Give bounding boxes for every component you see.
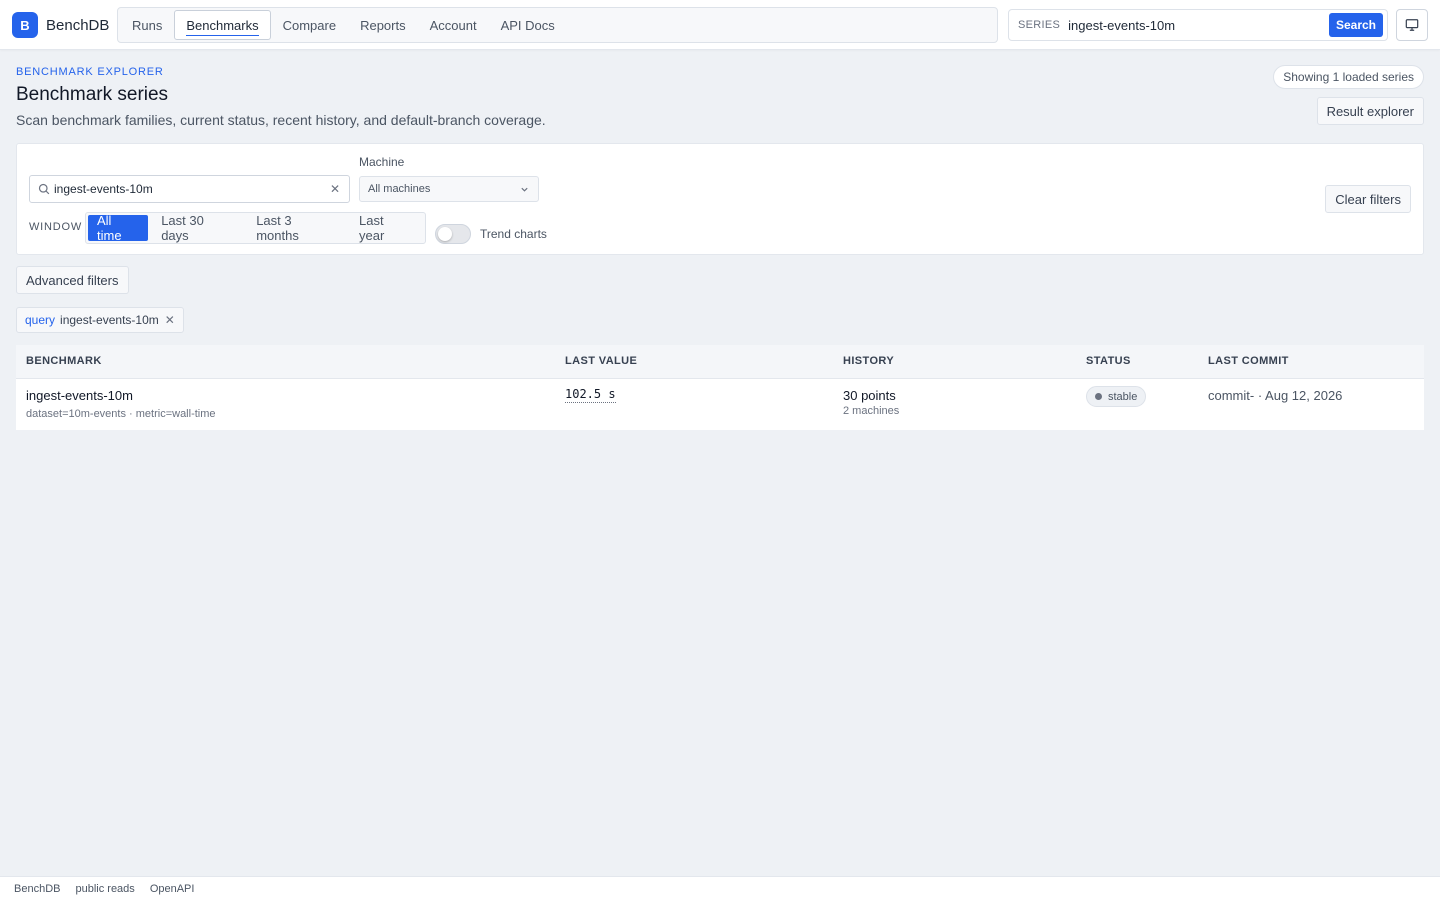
- last-value[interactable]: 102.5 s: [565, 387, 616, 403]
- clear-filters-button[interactable]: Clear filters: [1325, 185, 1411, 213]
- machine-select-value: All machines: [368, 183, 431, 195]
- remove-chip-icon[interactable]: ✕: [165, 313, 175, 327]
- main-nav: Runs Benchmarks Compare Reports Account …: [117, 7, 998, 43]
- history-machines: 2 machines: [843, 405, 900, 417]
- status-badge: stable: [1086, 386, 1147, 407]
- nav-reports[interactable]: Reports: [348, 10, 418, 40]
- benchmark-name[interactable]: ingest-events-10m: [26, 388, 133, 403]
- machine-select[interactable]: All machines: [359, 176, 539, 202]
- search-button[interactable]: Search: [1329, 13, 1383, 37]
- display-mode-button[interactable]: [1396, 9, 1428, 41]
- window-all-time[interactable]: All time: [88, 213, 149, 243]
- series-count-badge: Showing 1 loaded series: [1273, 65, 1424, 89]
- chip-value: ingest-events-10m: [60, 313, 159, 327]
- brand[interactable]: B BenchDB: [12, 12, 109, 38]
- page-title: Benchmark series: [16, 84, 169, 105]
- column-history[interactable]: HISTORY: [843, 355, 894, 367]
- chevron-down-icon: [521, 187, 528, 192]
- column-last-commit[interactable]: LAST COMMIT: [1208, 355, 1289, 367]
- trend-charts-toggle[interactable]: [435, 224, 471, 244]
- nav-account[interactable]: Account: [418, 10, 489, 40]
- footer-brand: BenchDB: [14, 882, 61, 895]
- search-icon: [38, 183, 50, 195]
- active-filter-chip: query ingest-events-10m ✕: [16, 307, 184, 333]
- trend-charts-label: Trend charts: [480, 227, 547, 241]
- monitor-icon: [1405, 19, 1419, 31]
- window-last-3-months[interactable]: Last 3 months: [247, 213, 346, 243]
- benchmark-meta: dataset=10m-events · metric=wall-time: [26, 408, 216, 420]
- brand-logo: B: [12, 12, 38, 38]
- footer-public-reads: public reads: [75, 882, 135, 895]
- window-last-30-days[interactable]: Last 30 days: [152, 213, 243, 243]
- page-eyebrow: BENCHMARK EXPLORER: [16, 66, 164, 78]
- status-dot-icon: [1095, 393, 1102, 400]
- toggle-knob: [438, 227, 452, 241]
- nav-benchmarks[interactable]: Benchmarks: [174, 10, 271, 40]
- series-label: SERIES: [1018, 19, 1061, 31]
- last-commit: commit- · Aug 12, 2026: [1208, 388, 1343, 403]
- column-status[interactable]: STATUS: [1086, 355, 1131, 367]
- advanced-filters-button[interactable]: Advanced filters: [16, 266, 129, 294]
- table-row[interactable]: ingest-events-10m dataset=10m-events · m…: [16, 379, 1424, 430]
- nav-compare[interactable]: Compare: [271, 10, 348, 40]
- footer: BenchDB public reads OpenAPI: [0, 876, 1440, 900]
- page-subtitle: Scan benchmark families, current status,…: [16, 112, 546, 128]
- brand-name: BenchDB: [46, 16, 110, 34]
- benchmark-table: BENCHMARK LAST VALUE HISTORY STATUS LAST…: [16, 345, 1424, 430]
- filter-panel: ✕ Machine All machines WINDOW All time L…: [16, 143, 1424, 255]
- status-label: stable: [1108, 390, 1138, 403]
- history-points: 30 points: [843, 388, 896, 403]
- column-last-value[interactable]: LAST VALUE: [565, 355, 637, 367]
- top-bar: B BenchDB Runs Benchmarks Compare Report…: [0, 0, 1440, 50]
- series-input[interactable]: [1068, 17, 1329, 33]
- window-last-year[interactable]: Last year: [350, 213, 421, 243]
- window-segmented-control: All time Last 30 days Last 3 months Last…: [85, 212, 426, 244]
- footer-openapi-link[interactable]: OpenAPI: [150, 883, 195, 895]
- query-input[interactable]: [54, 182, 314, 196]
- table-header: BENCHMARK LAST VALUE HISTORY STATUS LAST…: [16, 345, 1424, 379]
- nav-api-docs[interactable]: API Docs: [489, 10, 567, 40]
- clear-query-icon[interactable]: ✕: [330, 182, 340, 196]
- window-label: WINDOW: [29, 221, 83, 233]
- query-search: ✕: [29, 175, 350, 203]
- machine-label: Machine: [359, 155, 405, 169]
- column-benchmark[interactable]: BENCHMARK: [26, 355, 102, 367]
- chip-key: query: [25, 313, 56, 327]
- nav-runs[interactable]: Runs: [120, 10, 174, 40]
- result-explorer-button[interactable]: Result explorer: [1316, 97, 1424, 125]
- series-search: SERIES Search: [1008, 9, 1388, 41]
